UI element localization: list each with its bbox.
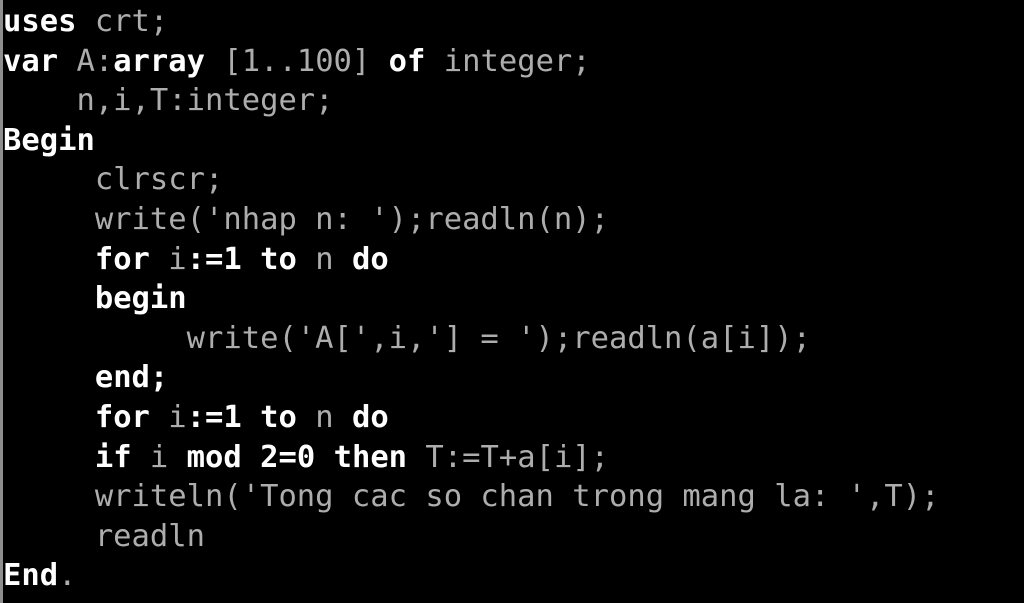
code-line: readln xyxy=(3,517,1024,557)
code-keyword: uses xyxy=(3,4,77,39)
code-keyword: :=1 xyxy=(186,241,242,277)
code-text: i xyxy=(149,399,187,435)
code-line: for i:=1 to n do xyxy=(3,398,1024,438)
code-line: write('nhap n: ');readln(n); xyxy=(3,200,1024,240)
code-line: Begin xyxy=(3,121,1024,161)
code-line: n,i,T:integer; xyxy=(3,81,1024,121)
code-editor-screen: uses crt; var A:array [1..100] of integer… xyxy=(0,0,1024,603)
code-keyword: :=1 xyxy=(186,399,242,435)
code-keyword: if xyxy=(94,439,132,475)
code-text: A: xyxy=(58,43,114,79)
code-text: clrscr; xyxy=(3,162,224,198)
code-line: if i mod 2=0 then T:=T+a[i]; xyxy=(3,438,1024,478)
code-line: for i:=1 to n do xyxy=(3,240,1024,280)
code-line: var A:array [1..100] of integer; xyxy=(3,42,1024,82)
code-listing: uses crt; var A:array [1..100] of integer… xyxy=(3,0,1024,596)
code-text: n xyxy=(296,241,352,277)
code-text: n xyxy=(296,399,352,435)
code-line: End. xyxy=(3,556,1024,596)
code-keyword: to xyxy=(260,241,297,277)
code-keyword: End xyxy=(3,558,59,594)
code-keyword: mod xyxy=(186,439,242,475)
code-text: integer; xyxy=(425,43,591,79)
code-line: uses crt; xyxy=(3,2,1024,42)
code-keyword: 2=0 xyxy=(260,439,316,475)
code-keyword: of xyxy=(388,43,426,79)
code-keyword: then xyxy=(333,439,408,475)
code-text: i xyxy=(149,241,187,277)
code-text: write('A[',i,'] = ');readln(a[i]); xyxy=(3,320,811,356)
code-keyword: do xyxy=(351,399,389,435)
code-keyword: var xyxy=(3,43,59,79)
code-text: [1..100] xyxy=(205,43,389,79)
code-line: writeln('Tong cac so chan trong mang la:… xyxy=(3,477,1024,517)
code-text: readln xyxy=(3,518,205,554)
code-text: i xyxy=(131,439,187,475)
code-text: write('nhap n: ');readln(n); xyxy=(3,201,609,237)
code-text: n,i,T:integer; xyxy=(3,83,334,119)
code-keyword: do xyxy=(351,241,389,277)
code-keyword: for xyxy=(94,399,150,435)
code-text: T:=T+a[i]; xyxy=(407,439,610,475)
code-text: writeln('Tong cac so chan trong mang la:… xyxy=(3,479,940,515)
code-line: end; xyxy=(3,358,1024,398)
code-keyword: to xyxy=(260,399,297,435)
code-keyword: for xyxy=(94,241,150,277)
code-line: clrscr; xyxy=(3,160,1024,200)
code-keyword: Begin xyxy=(3,122,95,158)
code-line: write('A[',i,'] = ');readln(a[i]); xyxy=(3,319,1024,359)
code-keyword: begin xyxy=(94,281,187,317)
code-text: . xyxy=(58,558,77,594)
code-keyword: array xyxy=(113,43,206,79)
code-line: begin xyxy=(3,279,1024,319)
code-text: crt; xyxy=(76,4,169,39)
code-keyword: end; xyxy=(94,360,169,396)
